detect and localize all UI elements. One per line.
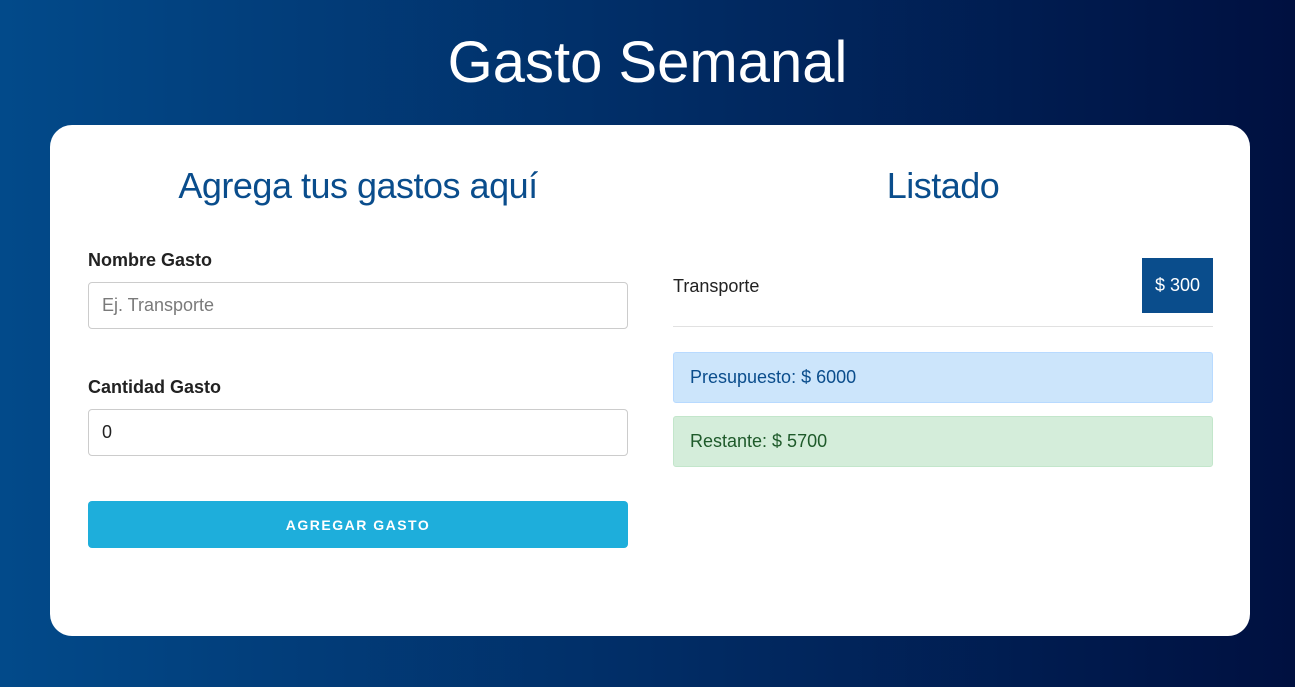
main-card: Agrega tus gastos aquí Nombre Gasto Cant… <box>50 125 1250 636</box>
expense-item-amount-badge: $ 300 <box>1141 258 1213 313</box>
expense-name-input[interactable] <box>88 282 628 329</box>
expense-item-name: Transporte <box>673 276 760 296</box>
expense-name-label: Nombre Gasto <box>88 250 213 270</box>
page-title: Gasto Semanal <box>447 30 848 95</box>
add-expense-button[interactable]: AGREGAR GASTO <box>88 501 628 548</box>
budget-alert: Presupuesto: $ 6000 <box>673 352 1213 403</box>
expense-amount-input[interactable] <box>88 409 628 456</box>
list-item: Transporte $ 300 <box>673 258 1213 327</box>
expense-amount-label: Cantidad Gasto <box>88 377 222 397</box>
remaining-alert: Restante: $ 5700 <box>673 416 1213 467</box>
form-title: Agrega tus gastos aquí <box>178 165 538 206</box>
listing-title: Listado <box>886 165 1000 206</box>
